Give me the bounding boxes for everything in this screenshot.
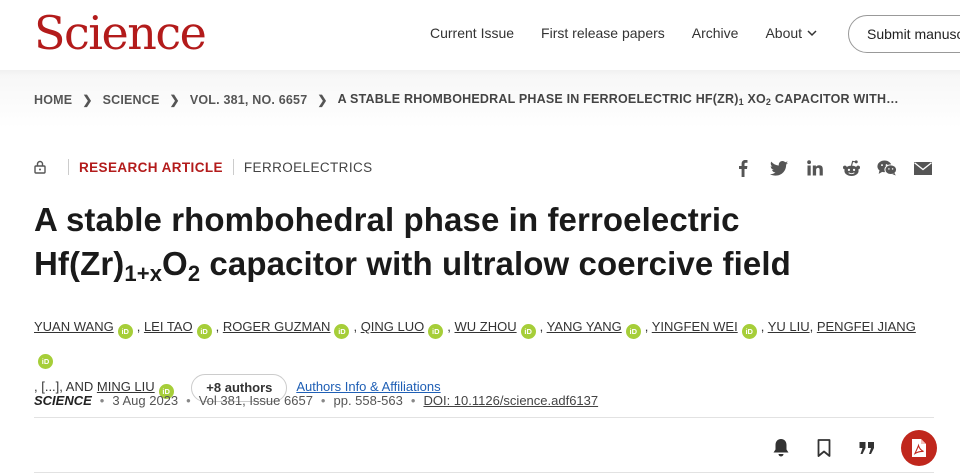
subject-label[interactable]: FERROELECTRICS [244, 160, 373, 175]
orcid-icon[interactable]: iD [196, 324, 212, 339]
linkedin-icon[interactable] [805, 158, 825, 178]
author-name[interactable]: PENGFEI JIANG [817, 319, 916, 334]
meta-divider [232, 159, 234, 175]
share-bar [733, 158, 949, 178]
title-line-1: A stable rhombohedral phase in ferroelec… [34, 201, 740, 238]
orcid-icon[interactable]: iD [520, 324, 536, 339]
cite-quote-icon[interactable] [856, 437, 878, 459]
pdf-icon [912, 439, 926, 457]
nav-about[interactable]: About [765, 25, 818, 41]
author-name[interactable]: QING LUO [361, 319, 425, 334]
twitter-icon[interactable] [769, 158, 789, 178]
meta-divider [68, 159, 69, 175]
divider [34, 472, 934, 473]
orcid-icon[interactable]: iD [625, 324, 641, 339]
separator-dot: • [320, 393, 326, 408]
breadcrumb: HOME ❯ SCIENCE ❯ VOL. 381, NO. 6657 ❯ A … [34, 92, 899, 107]
breadcrumb-volume[interactable]: VOL. 381, NO. 6657 [190, 93, 308, 107]
volume-issue: Vol 381, Issue 6657 [198, 393, 313, 408]
orcid-icon[interactable]: iD [428, 324, 444, 339]
divider [34, 417, 934, 418]
title-line-2: Hf(Zr)1+xO2 capacitor with ultralow coer… [34, 245, 791, 286]
chevron-right-icon: ❯ [82, 92, 93, 107]
citation-line: SCIENCE • 3 Aug 2023 • Vol 381, Issue 66… [34, 393, 598, 408]
email-icon[interactable] [913, 158, 933, 178]
breadcrumb-current: A STABLE RHOMBOHEDRAL PHASE IN FERROELEC… [337, 92, 899, 107]
facebook-icon[interactable] [733, 158, 753, 178]
chevron-down-icon [807, 30, 817, 37]
nav-current-issue[interactable]: Current Issue [430, 25, 514, 41]
separator-dot: • [410, 393, 416, 408]
orcid-icon[interactable]: iD [334, 324, 350, 339]
page-range: pp. 558-563 [333, 393, 403, 408]
orcid-icon[interactable]: iD [117, 324, 133, 339]
article-meta: RESEARCH ARTICLE FERROELECTRICS [34, 159, 373, 175]
separator-dot: • [99, 393, 105, 408]
article-title: A stable rhombohedral phase in ferroelec… [34, 198, 914, 296]
journal-name[interactable]: SCIENCE [34, 393, 92, 408]
article-type-label[interactable]: RESEARCH ARTICLE [79, 160, 223, 175]
breadcrumb-home[interactable]: HOME [34, 93, 72, 107]
nav-first-release[interactable]: First release papers [541, 25, 665, 41]
author-name[interactable]: YU LIU [768, 319, 810, 334]
bell-icon[interactable] [770, 437, 792, 459]
author-list: YUAN WANG iD, LEI TAO iD, ROGER GUZMAN iD, … [34, 312, 934, 402]
wechat-icon[interactable] [877, 158, 897, 178]
orcid-icon[interactable]: iD [38, 354, 53, 369]
author-name[interactable]: YUAN WANG [34, 319, 114, 334]
separator-dot: • [186, 393, 191, 408]
publication-date: 3 Aug 2023 [112, 393, 179, 408]
article-tools [770, 430, 937, 466]
bookmark-icon[interactable] [813, 437, 835, 459]
author-ellipsis: , [...], AND [34, 379, 94, 394]
orcid-icon[interactable]: iD [741, 324, 757, 339]
chevron-right-icon: ❯ [317, 92, 328, 107]
doi-link[interactable]: DOI: 10.1126/science.adf6137 [423, 393, 598, 408]
author-name[interactable]: MING LIU [97, 379, 155, 394]
lock-icon [34, 160, 46, 174]
nav-archive[interactable]: Archive [692, 25, 739, 41]
main-nav: Current Issue First release papers Archi… [430, 25, 845, 41]
author-name[interactable]: YANG YANG [547, 319, 622, 334]
pdf-download-button[interactable] [901, 430, 937, 466]
science-logo[interactable]: Science [34, 6, 207, 60]
chevron-right-icon: ❯ [169, 92, 180, 107]
nav-about-label: About [765, 25, 803, 41]
authors-info-link[interactable]: Authors Info & Affiliations [296, 379, 440, 394]
site-header: Science Current Issue First release pape… [0, 0, 960, 70]
author-name[interactable]: ROGER GUZMAN [223, 319, 331, 334]
breadcrumb-journal[interactable]: SCIENCE [103, 93, 160, 107]
submit-manuscript-button[interactable]: Submit manuscript [848, 15, 960, 53]
author-name[interactable]: WU ZHOU [455, 319, 517, 334]
reddit-icon[interactable] [841, 158, 861, 178]
author-name[interactable]: YINGFEN WEI [652, 319, 738, 334]
author-name[interactable]: LEI TAO [144, 319, 193, 334]
